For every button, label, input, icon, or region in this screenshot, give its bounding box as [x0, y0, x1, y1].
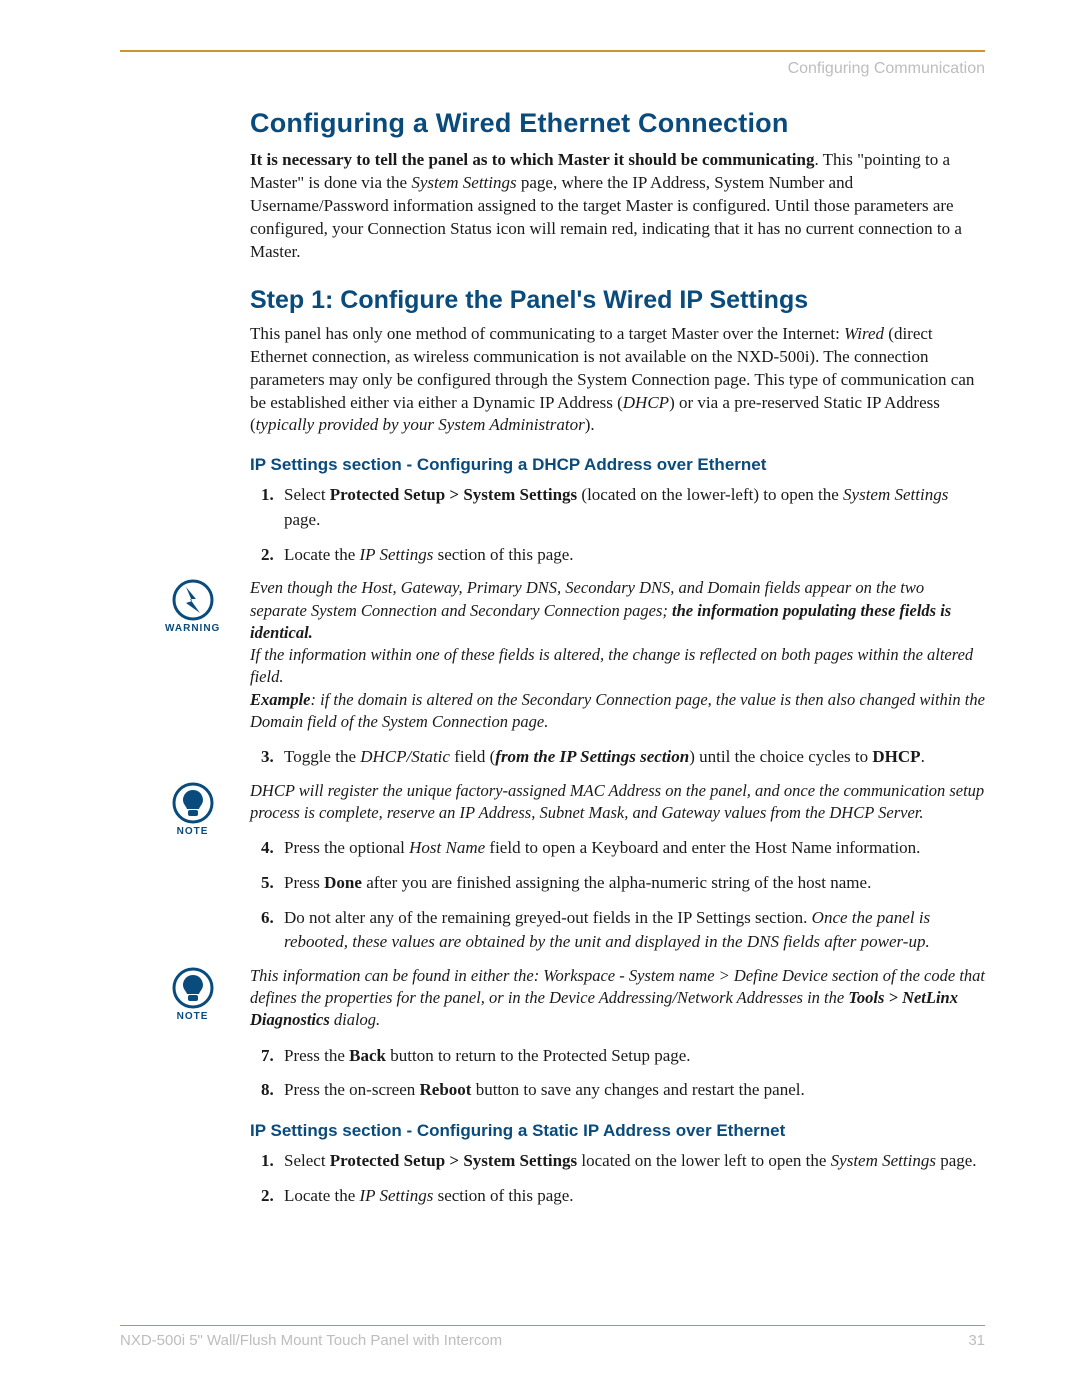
warning-callout: WARNING Even though the Host, Gateway, P… [250, 577, 985, 733]
step1-paragraph: This panel has only one method of commun… [250, 323, 985, 438]
warning-text: Even though the Host, Gateway, Primary D… [250, 577, 985, 733]
header-section-name: Configuring Communication [120, 60, 985, 78]
dhcp-step-3: Toggle the DHCP/Static field (from the I… [278, 745, 985, 770]
dhcp-step-5: Press Done after you are finished assign… [278, 871, 985, 896]
note-callout-1: NOTE DHCP will register the unique facto… [250, 780, 985, 825]
heading-2: Step 1: Configure the Panel's Wired IP S… [250, 286, 985, 315]
note2-text: This information can be found in either … [250, 965, 985, 1032]
dhcp-list-3: Press the optional Host Name field to op… [250, 836, 985, 955]
note1-text: DHCP will register the unique factory-as… [250, 780, 985, 825]
intro-paragraph: It is necessary to tell the panel as to … [250, 149, 985, 264]
document-page: Configuring Communication Configuring a … [0, 0, 1080, 1397]
heading-1: Configuring a Wired Ethernet Connection [250, 108, 985, 139]
heading-3-static: IP Settings section - Configuring a Stat… [250, 1121, 985, 1141]
static-step-2: Locate the IP Settings section of this p… [278, 1184, 985, 1209]
dhcp-list-1: Select Protected Setup > System Settings… [250, 483, 985, 567]
footer-title: NXD-500i 5" Wall/Flush Mount Touch Panel… [120, 1332, 502, 1349]
note-callout-2: NOTE This information can be found in ei… [250, 965, 985, 1032]
note-icon: NOTE [165, 967, 220, 1022]
static-list: Select Protected Setup > System Settings… [250, 1149, 985, 1208]
page-number: 31 [968, 1332, 985, 1349]
page-footer: NXD-500i 5" Wall/Flush Mount Touch Panel… [120, 1325, 985, 1350]
dhcp-step-6: Do not alter any of the remaining greyed… [278, 906, 985, 955]
intro-bold: It is necessary to tell the panel as to … [250, 150, 814, 169]
dhcp-list-4: Press the Back button to return to the P… [250, 1044, 985, 1103]
dhcp-step-1: Select Protected Setup > System Settings… [278, 483, 985, 532]
main-content: Configuring a Wired Ethernet Connection … [120, 108, 985, 1208]
note-icon: NOTE [165, 782, 220, 837]
top-rule [120, 50, 985, 52]
dhcp-step-7: Press the Back button to return to the P… [278, 1044, 985, 1069]
dhcp-step-4: Press the optional Host Name field to op… [278, 836, 985, 861]
bottom-rule [120, 1325, 985, 1327]
dhcp-step-2: Locate the IP Settings section of this p… [278, 543, 985, 568]
heading-3-dhcp: IP Settings section - Configuring a DHCP… [250, 455, 985, 475]
static-step-1: Select Protected Setup > System Settings… [278, 1149, 985, 1174]
dhcp-list-2: Toggle the DHCP/Static field (from the I… [250, 745, 985, 770]
dhcp-step-8: Press the on-screen Reboot button to sav… [278, 1078, 985, 1103]
warning-icon: WARNING [165, 579, 220, 634]
